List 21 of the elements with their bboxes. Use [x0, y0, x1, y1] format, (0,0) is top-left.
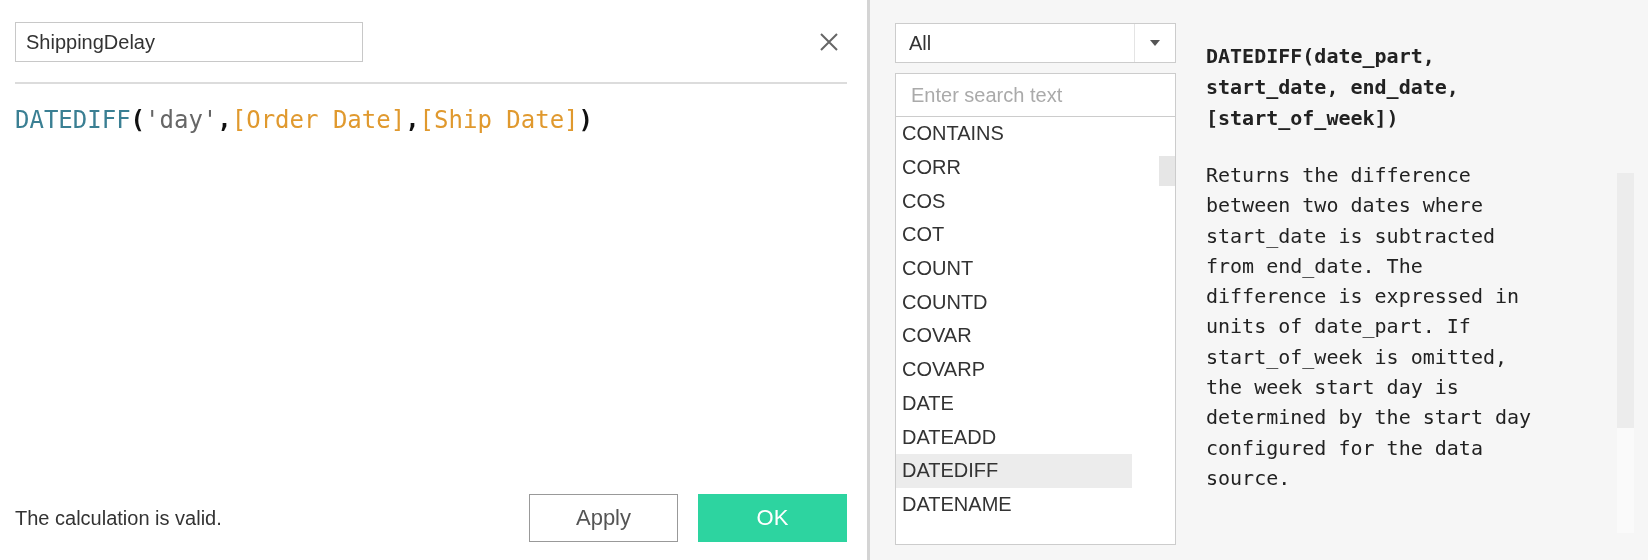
apply-button[interactable]: Apply	[529, 494, 678, 542]
formula-text[interactable]: DATEDIFF('day',[Order Date],[Ship Date])	[15, 106, 847, 494]
function-signature: DATEDIFF(date_part, start_date, end_date, [start_of_week])	[1206, 43, 1460, 132]
name-field[interactable]: ShippingDelay	[15, 22, 363, 62]
function-item[interactable]: DATENAME	[896, 487, 1132, 522]
function-item[interactable]: CORR	[896, 150, 1132, 185]
close-icon	[819, 32, 839, 52]
function-item[interactable]: COT	[896, 218, 1132, 252]
function-item[interactable]: COVAR	[896, 319, 1132, 353]
function-item[interactable]: COUNTD	[896, 285, 1132, 320]
function-description: Returns the difference between two dates where start_date is subtracted from end_date. The difference is expressed in units of date_part. If start_of_week is omitted, the week start day is determined by the start day configured for the data source.	[1206, 162, 1533, 492]
function-item[interactable]: COVARP	[896, 352, 1132, 387]
function-item[interactable]: COUNT	[896, 251, 1132, 286]
function-item[interactable]: DATEDIFF	[896, 453, 1132, 488]
scrollbar-thumb[interactable]	[1159, 156, 1175, 186]
function-item[interactable]: CONTAINS	[896, 117, 1132, 151]
function-item[interactable]: DATE	[896, 386, 1132, 421]
function-item[interactable]: COS	[896, 184, 1132, 219]
function-item[interactable]: DATEADD	[896, 420, 1132, 454]
category-dropdown[interactable]: All	[895, 23, 1176, 63]
status-text: The calculation is valid.	[15, 506, 223, 530]
